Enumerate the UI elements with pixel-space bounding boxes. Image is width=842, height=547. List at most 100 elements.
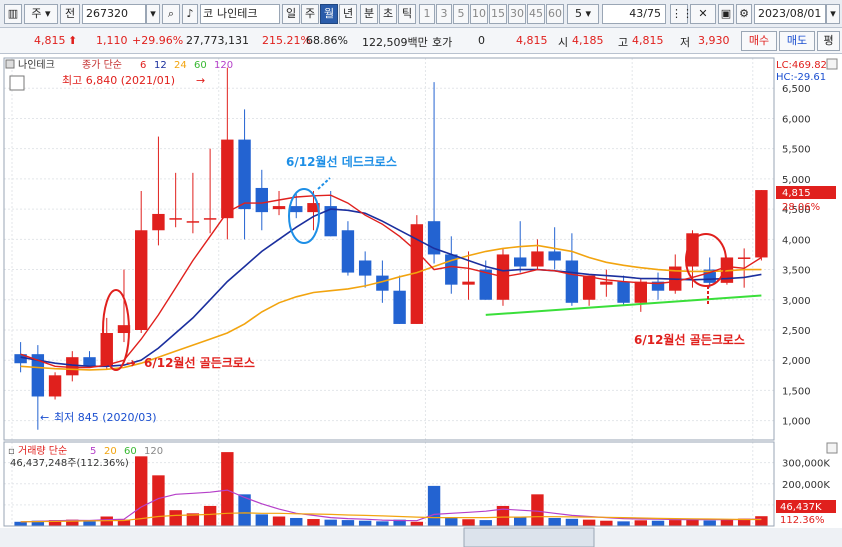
- panel-toggle-icon[interactable]: ▥: [4, 4, 22, 24]
- save-icon[interactable]: ▣: [718, 4, 734, 24]
- gear-icon[interactable]: ⚙: [736, 4, 752, 24]
- candle-body: [255, 187, 268, 213]
- date-field[interactable]: 2023/08/01: [754, 4, 826, 24]
- golden-cross-label-1: 6/12월선 골든크로스: [144, 355, 255, 370]
- volume-bar: [720, 519, 734, 526]
- legend-stock-name[interactable]: 나인테크: [18, 59, 55, 71]
- candle-body: [290, 206, 303, 213]
- candle-body: [617, 281, 630, 303]
- open-price: 4,185: [572, 34, 604, 47]
- volume-bar: [203, 505, 217, 526]
- interval-45[interactable]: 45: [527, 4, 545, 24]
- interval-5[interactable]: 5: [453, 4, 469, 24]
- volume-bar: [427, 485, 441, 526]
- candle-body: [66, 357, 79, 376]
- buy-button[interactable]: 매수: [741, 31, 777, 51]
- period-second[interactable]: 초: [379, 4, 397, 24]
- volume-bar: [324, 519, 337, 526]
- candle-body: [48, 375, 62, 397]
- grid-icon[interactable]: ⋮⋮: [670, 4, 693, 24]
- change-pct: +29.96%: [132, 34, 184, 47]
- speaker-icon[interactable]: ♪: [182, 4, 198, 24]
- volume-bar: [135, 456, 148, 526]
- candle-body: [83, 357, 96, 367]
- interval-3[interactable]: 3: [436, 4, 452, 24]
- legend-toggle-icon[interactable]: [5, 59, 15, 69]
- interval-60[interactable]: 60: [546, 4, 564, 24]
- interval-1[interactable]: 1: [419, 4, 435, 24]
- legend-ma6: 6: [140, 60, 146, 71]
- current-price-tag-text: 4,815: [782, 188, 811, 199]
- crosshair-icon[interactable]: ✕: [690, 4, 716, 24]
- eval-button[interactable]: 평: [817, 31, 840, 51]
- golden-cross-arrow-1: ➜: [126, 356, 136, 370]
- code-dropdown-icon[interactable]: ▾: [146, 4, 160, 24]
- price-tick-label: 5,000: [782, 175, 811, 186]
- count-select[interactable]: 5 ▾: [567, 4, 599, 24]
- low-label: 저: [680, 36, 691, 49]
- volume-tick-label: 200,000K: [782, 480, 830, 491]
- interval-15[interactable]: 15: [489, 4, 507, 24]
- hc-value: HC:-29.61: [776, 72, 826, 83]
- volume-bar: [169, 510, 182, 526]
- volume-bar: [565, 518, 579, 526]
- candle-body: [221, 139, 234, 219]
- legend-ma-text: 종가 단순: [82, 59, 122, 71]
- volume-bar: [634, 520, 647, 526]
- hts-chart-window: ▥ 주 ▾ 전 267320 ▾ ⌕ ♪ 코 나인테크 일 주 월 년 분 초 …: [0, 0, 842, 547]
- period-week[interactable]: 주: [301, 4, 319, 24]
- volume-bar: [479, 520, 492, 526]
- low-price: 3,930: [698, 34, 730, 47]
- mode-select[interactable]: 주 ▾: [24, 4, 58, 24]
- volume-bar: [272, 516, 286, 526]
- count-value: 5: [574, 7, 582, 20]
- price-tick-label: 6,500: [782, 84, 811, 95]
- price-panel-close-icon[interactable]: [826, 58, 838, 70]
- stock-name-field[interactable]: 코 나인테크: [200, 4, 280, 24]
- volume-bar: [376, 521, 389, 526]
- search-icon[interactable]: ⌕: [162, 4, 180, 24]
- volume-bar: [410, 521, 424, 526]
- legend-ma120: 120: [214, 60, 233, 71]
- toolbar: ▥ 주 ▾ 전 267320 ▾ ⌕ ♪ 코 나인테크 일 주 월 년 분 초 …: [0, 0, 842, 28]
- time-axis-bar: [0, 528, 842, 547]
- period-tick[interactable]: 틱: [398, 4, 416, 24]
- interval-30[interactable]: 30: [508, 4, 526, 24]
- mode2-button[interactable]: 전: [60, 4, 80, 24]
- volume-bar: [83, 521, 96, 526]
- price-tick-label: 2,000: [782, 356, 811, 367]
- date-dropdown-icon[interactable]: ▾: [826, 4, 840, 24]
- high-price: 4,815: [632, 34, 664, 47]
- volume-panel-close-icon[interactable]: [826, 442, 838, 454]
- candle-body: [737, 257, 751, 259]
- period-year[interactable]: 년: [339, 4, 357, 24]
- time-scrollbar-thumb[interactable]: [463, 527, 595, 547]
- candle-body: [531, 251, 544, 267]
- candle-body: [341, 230, 355, 273]
- period-day[interactable]: 일: [282, 4, 300, 24]
- interval-10[interactable]: 10: [470, 4, 488, 24]
- period-month[interactable]: 월: [320, 4, 338, 24]
- table-icon[interactable]: [9, 75, 25, 91]
- volume-bar: [755, 516, 768, 526]
- quote-price: 4,815: [516, 34, 548, 47]
- price-tick-label: 3,000: [782, 296, 811, 307]
- volume-bar: [548, 517, 561, 526]
- period-minute[interactable]: 분: [360, 4, 378, 24]
- golden-cross-label-2: 6/12월선 골든크로스: [634, 332, 745, 347]
- price-tick-label: 1,500: [782, 386, 811, 397]
- sell-button[interactable]: 매도: [779, 31, 815, 51]
- volume-bar: [445, 517, 458, 526]
- code-input[interactable]: 267320: [82, 4, 146, 24]
- vol-ma20: 20: [104, 446, 117, 457]
- vol-legend-icon[interactable]: ▫: [8, 446, 15, 457]
- volume-bar: [221, 452, 234, 526]
- volume-ratio: 215.21%: [262, 34, 311, 47]
- candle-body: [393, 290, 406, 324]
- price-tick-label: 5,500: [782, 145, 811, 156]
- legend-ma12: 12: [154, 60, 167, 71]
- candle-body: [186, 221, 200, 223]
- price-tick-label: 2,500: [782, 326, 811, 337]
- stock-chart[interactable]: 1,0001,5002,0002,5003,0003,5004,0004,500…: [0, 54, 842, 547]
- trade-amount: 122,509백만: [362, 36, 428, 49]
